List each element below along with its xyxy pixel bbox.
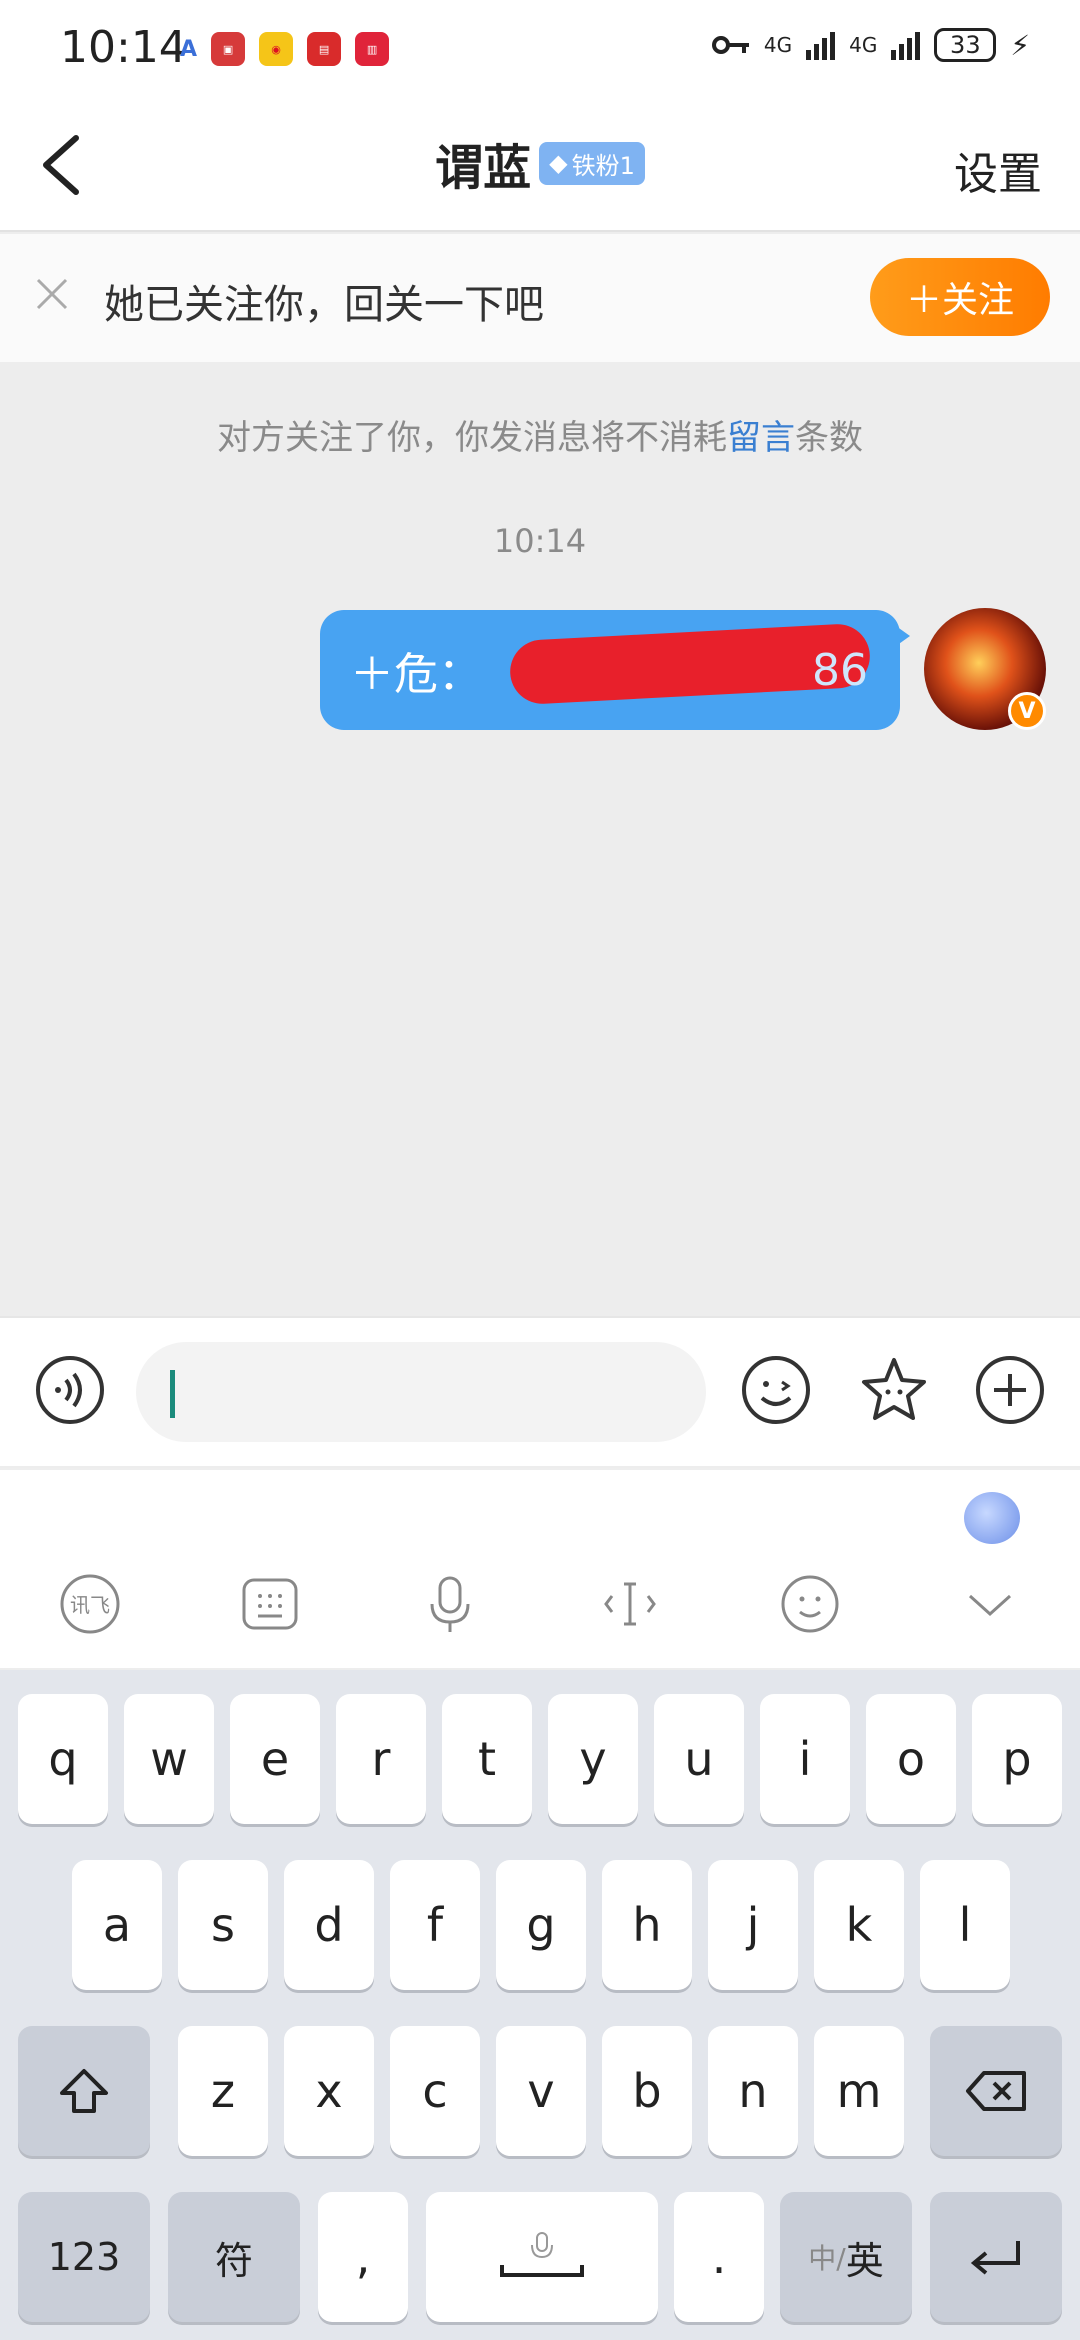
message-text-start: ＋危： [350, 649, 482, 700]
bubble-tail [896, 626, 910, 646]
battery-icon: 33 [934, 28, 997, 62]
key-g[interactable]: g [496, 1860, 586, 1990]
enter-key[interactable] [930, 2192, 1062, 2322]
key-m[interactable]: m [814, 2026, 904, 2156]
key-k[interactable]: k [814, 1860, 904, 1990]
key-p[interactable]: p [972, 1694, 1062, 1824]
system-notice: 对方关注了你，你发消息将不消耗留言条数 [0, 410, 1080, 459]
space-key[interactable] [426, 2192, 658, 2322]
space-mic-icon [500, 2232, 584, 2277]
message-input[interactable] [136, 1342, 706, 1442]
signal-bars-icon [806, 30, 836, 60]
avatar[interactable]: V [924, 608, 1046, 730]
key-b[interactable]: b [602, 2026, 692, 2156]
lang-en-label: 英 [845, 2238, 884, 2283]
settings-button[interactable]: 设置 [954, 138, 1042, 202]
key-h[interactable]: h [602, 1860, 692, 1990]
charging-icon: ⚡ [1010, 28, 1030, 62]
chevron-down-icon[interactable] [958, 1572, 1022, 1636]
key-x[interactable]: x [284, 2026, 374, 2156]
key-r[interactable]: r [336, 1694, 426, 1824]
key-l[interactable]: l [920, 1860, 1010, 1990]
keyboard-toolbar: 讯飞 [0, 1468, 1080, 1668]
shift-key[interactable] [18, 2026, 150, 2156]
key-z[interactable]: z [178, 2026, 268, 2156]
comma-key[interactable]: , [318, 2192, 408, 2322]
signal-bars-icon-2 [891, 30, 921, 60]
cursor-move-icon[interactable] [598, 1572, 662, 1636]
key-o[interactable]: o [866, 1694, 956, 1824]
status-time: 10:14 [60, 22, 187, 73]
close-icon[interactable] [32, 274, 72, 314]
sticker-star-icon[interactable] [858, 1354, 930, 1426]
key-w[interactable]: w [124, 1694, 214, 1824]
key-y[interactable]: y [548, 1694, 638, 1824]
notice-link[interactable]: 留言 [727, 418, 795, 458]
key-e[interactable]: e [230, 1694, 320, 1824]
key-i[interactable]: i [760, 1694, 850, 1824]
key-j[interactable]: j [708, 1860, 798, 1990]
emoji-keyboard-icon[interactable] [778, 1572, 842, 1636]
enter-icon [970, 2241, 1020, 2275]
voice-icon[interactable] [34, 1354, 106, 1426]
follow-back-banner: 她已关注你，回关一下吧 ＋关注 [0, 234, 1080, 362]
svg-text:讯飞: 讯飞 [70, 1593, 110, 1617]
follow-button[interactable]: ＋关注 [870, 258, 1050, 336]
fan-badge-label: 铁粉1 [571, 151, 635, 180]
key-q[interactable]: q [18, 1694, 108, 1824]
backspace-key[interactable] [930, 2026, 1062, 2156]
text-cursor [170, 1370, 175, 1418]
language-switch-key[interactable]: 中/英 [780, 2192, 912, 2322]
lang-zh-label: 中/ [808, 2242, 846, 2275]
weibo-app-icon: ◉ [259, 32, 294, 66]
stock-app-icon: ▤ [307, 32, 342, 66]
key-icon [711, 36, 749, 54]
network-label-1: 4G [763, 33, 793, 57]
ifly-logo-icon[interactable]: 讯飞 [58, 1572, 122, 1636]
diamond-icon: ◆ [549, 149, 568, 177]
key-d[interactable]: d [284, 1860, 374, 1990]
chat-header: 谓蓝 ◆ 铁粉1 设置 [0, 100, 1080, 232]
key-v[interactable]: v [496, 2026, 586, 2156]
status-bar: 10:14 A ▣ ◉ ▤ ▥ 4G 4G 33 ⚡ [0, 0, 1080, 100]
page-title: 谓蓝 [435, 140, 532, 196]
message-text-end: 86 [812, 644, 868, 696]
message-input-bar [0, 1316, 1080, 1466]
keyboard-layout-icon[interactable] [238, 1572, 302, 1636]
huawei-app-icon: ▣ [211, 32, 246, 66]
emoji-icon[interactable] [740, 1354, 812, 1426]
backspace-icon [966, 2071, 1026, 2111]
key-s[interactable]: s [178, 1860, 268, 1990]
follow-back-text: 她已关注你，回关一下吧 [104, 282, 544, 328]
assistant-mascot-icon[interactable] [964, 1492, 1020, 1544]
key-f[interactable]: f [390, 1860, 480, 1990]
key-u[interactable]: u [654, 1694, 744, 1824]
notification-icons: A ▣ ◉ ▤ ▥ [180, 32, 390, 66]
symbols-key[interactable]: 符 [168, 2192, 300, 2322]
message-bubble[interactable]: ＋危： 86 [320, 610, 910, 730]
notice-prefix: 对方关注了你，你发消息将不消耗 [217, 418, 727, 458]
verified-v-icon: V [1008, 692, 1046, 730]
key-n[interactable]: n [708, 2026, 798, 2156]
numbers-key[interactable]: 123 [18, 2192, 150, 2322]
period-key[interactable]: . [674, 2192, 764, 2322]
key-t[interactable]: t [442, 1694, 532, 1824]
microphone-icon[interactable] [418, 1572, 482, 1636]
fan-level-badge: ◆ 铁粉1 [539, 141, 645, 185]
key-c[interactable]: c [390, 2026, 480, 2156]
font-a-icon: A [180, 36, 198, 62]
title-group: 谓蓝 ◆ 铁粉1 [0, 128, 1080, 198]
shift-icon [60, 2069, 108, 2113]
network-label-2: 4G [849, 33, 878, 57]
notice-suffix: 条数 [795, 418, 863, 458]
status-right: 4G 4G 33 ⚡ [711, 28, 1030, 62]
key-a[interactable]: a [72, 1860, 162, 1990]
plus-icon[interactable] [974, 1354, 1046, 1426]
keyboard: q w e r t y u i o p a s d f g h j k l z … [0, 1670, 1080, 2340]
message-timestamp: 10:14 [493, 522, 587, 560]
news-app-icon: ▥ [355, 32, 390, 66]
